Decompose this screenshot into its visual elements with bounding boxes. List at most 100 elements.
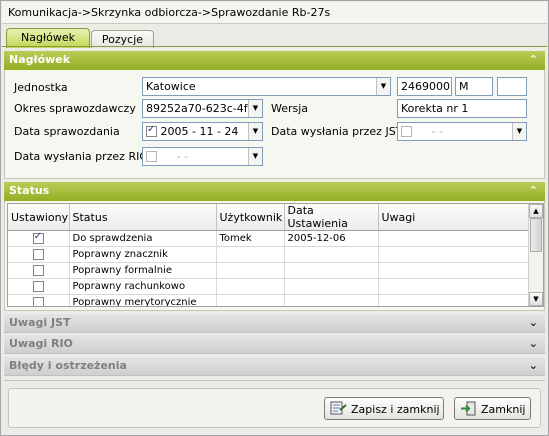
tab-strip: Nagłówek Pozycje (2, 27, 547, 48)
uwagi-rio-section[interactable]: Uwagi RIO ⌄ (4, 335, 545, 354)
table-row[interactable]: Poprawny merytorycznie (8, 294, 530, 306)
scroll-down-icon[interactable]: ▼ (529, 292, 543, 306)
chevron-down-icon[interactable]: ⌄ (529, 337, 538, 350)
row-checkbox[interactable]: ✓ (32, 230, 44, 244)
row-status: Poprawny rachunkowo (69, 278, 217, 295)
uwagi-jst-title: Uwagi JST (9, 316, 71, 329)
row-date (284, 278, 379, 295)
chevron-down-icon[interactable]: ▼ (376, 78, 390, 95)
okres-select[interactable]: 89252a70-623c-4f ▼ (142, 99, 263, 118)
row-notes[interactable] (378, 262, 530, 279)
status-section-bar[interactable]: Status ⌃ (4, 182, 545, 201)
data-jst-picker[interactable]: - - ▼ (397, 122, 527, 141)
okres-value: 89252a70-623c-4f (146, 102, 248, 115)
scroll-up-icon[interactable]: ▲ (529, 204, 543, 218)
save-close-button[interactable]: Zapisz i zamknij (324, 397, 444, 420)
table-row[interactable]: Poprawny rachunkowo (8, 278, 530, 295)
chevron-up-icon[interactable]: ⌃ (529, 184, 538, 197)
data-rio-picker[interactable]: - - ▼ (142, 147, 263, 166)
wersja-field[interactable]: Korekta nr 1 (397, 99, 527, 118)
jednostka-code-field[interactable]: 2469000 (397, 77, 452, 96)
checkmark-icon: ✓ (147, 124, 156, 135)
row-status: Poprawny merytorycznie (69, 294, 217, 306)
button-panel: Zapisz i zamknij Zamknij (8, 388, 541, 428)
data-rio-checkbox[interactable] (146, 151, 157, 162)
row-date (284, 246, 379, 263)
status-grid-scrollbar[interactable]: ▲ ▼ (528, 204, 543, 306)
tab-divider (2, 46, 547, 47)
header-section-title: Nagłówek (9, 53, 71, 66)
chevron-up-icon[interactable]: ⌃ (529, 53, 538, 66)
row-date: 2005-12-06 (284, 230, 379, 247)
close-button[interactable]: Zamknij (454, 397, 531, 420)
column-header-ustawiony[interactable]: Ustawiony (8, 204, 70, 231)
row-checkbox[interactable] (32, 248, 44, 260)
chevron-down-icon[interactable]: ▼ (248, 123, 262, 140)
report-window: Komunikacja->Skrzynka odbiorcza->Sprawoz… (0, 0, 549, 436)
table-row[interactable]: ✓ Do sprawdzenia Tomek 2005-12-06 (8, 230, 530, 247)
uwagi-jst-section[interactable]: Uwagi JST ⌄ (4, 314, 545, 333)
row-date (284, 262, 379, 279)
chevron-down-icon[interactable]: ⌄ (529, 316, 538, 329)
data-sprawozdania-picker[interactable]: ✓ 2005 - 11 - 24 ▼ (142, 122, 263, 141)
jednostka-label: Jednostka (14, 81, 68, 94)
header-section-bar[interactable]: Nagłówek ⌃ (4, 51, 545, 70)
footer-bar: Zapisz i zamknij Zamknij (4, 380, 545, 433)
okres-label: Okres sprawozdawczy (14, 102, 136, 115)
row-status: Poprawny formalnie (69, 262, 217, 279)
row-checkbox[interactable] (32, 296, 44, 306)
row-user (216, 278, 285, 295)
chevron-down-icon[interactable]: ▼ (248, 148, 262, 165)
row-status: Poprawny znacznik (69, 246, 217, 263)
column-header-data[interactable]: Data Ustawienia (284, 204, 379, 231)
table-row[interactable]: Poprawny znacznik (8, 246, 530, 263)
row-user (216, 246, 285, 263)
table-row[interactable]: Poprawny formalnie (8, 262, 530, 279)
window-title: Komunikacja->Skrzynka odbiorcza->Sprawoz… (2, 2, 547, 24)
tab-naglowek[interactable]: Nagłówek (6, 28, 90, 48)
column-header-uzytkownik[interactable]: Użytkownik (216, 204, 285, 231)
scroll-thumb[interactable] (530, 218, 542, 252)
row-checkbox[interactable] (32, 264, 44, 276)
save-icon (330, 401, 347, 416)
row-user: Tomek (216, 230, 285, 247)
column-header-uwagi[interactable]: Uwagi (378, 204, 530, 231)
uwagi-rio-title: Uwagi RIO (9, 337, 73, 350)
save-close-label: Zapisz i zamknij (351, 403, 440, 416)
chevron-down-icon[interactable]: ▼ (512, 123, 526, 140)
chevron-down-icon[interactable]: ⌄ (529, 359, 538, 372)
data-jst-checkbox[interactable] (401, 126, 412, 137)
row-checkbox[interactable] (32, 280, 44, 292)
row-date (284, 294, 379, 306)
row-notes[interactable] (378, 230, 530, 247)
data-rio-label: Data wysłania przez RIO (14, 150, 148, 163)
row-notes[interactable] (378, 246, 530, 263)
data-jst-label: Data wysłania przez JST (271, 125, 403, 138)
row-notes[interactable] (378, 278, 530, 295)
wersja-label: Wersja (271, 102, 309, 115)
jednostka-extra-field[interactable] (497, 77, 527, 96)
status-grid: Ustawiony Status Użytkownik Data Ustawie… (7, 203, 544, 307)
header-pane: Jednostka Katowice ▼ 2469000 M Okres spr… (4, 70, 545, 179)
status-grid-header: Ustawiony Status Użytkownik Data Ustawie… (8, 204, 530, 231)
close-label: Zamknij (481, 403, 526, 416)
header-section: Nagłówek ⌃ Jednostka Katowice ▼ 2469000 … (4, 51, 545, 179)
data-rio-value: - - (176, 150, 188, 163)
data-sprawozdania-label: Data sprawozdania (14, 125, 120, 138)
row-status: Do sprawdzenia (69, 230, 217, 247)
exit-icon (460, 401, 477, 416)
jednostka-type-field[interactable]: M (455, 77, 493, 96)
jednostka-select[interactable]: Katowice ▼ (142, 77, 391, 96)
data-sprawozdania-checkbox[interactable]: ✓ (146, 124, 157, 137)
bledy-title: Błędy i ostrzeżenia (9, 359, 127, 372)
checkmark-icon: ✓ (33, 230, 43, 242)
row-user (216, 262, 285, 279)
status-pane: Ustawiony Status Użytkownik Data Ustawie… (4, 201, 545, 311)
status-section-title: Status (9, 184, 50, 197)
data-jst-value: - - (431, 125, 443, 138)
column-header-status[interactable]: Status (69, 204, 217, 231)
bledy-section[interactable]: Błędy i ostrzeżenia ⌄ (4, 357, 545, 376)
chevron-down-icon[interactable]: ▼ (248, 100, 262, 117)
row-notes[interactable] (378, 294, 530, 306)
data-sprawozdania-value: 2005 - 11 - 24 (160, 125, 239, 138)
